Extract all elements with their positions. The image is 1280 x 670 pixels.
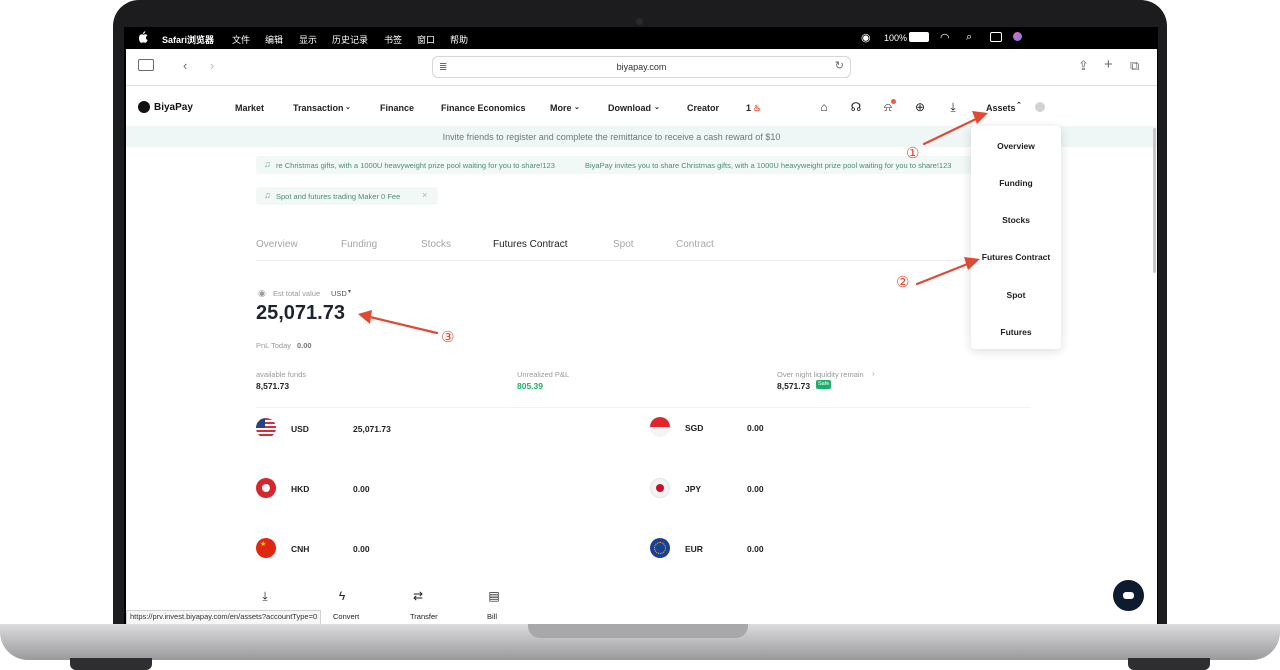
laptop-foot [1128, 658, 1210, 670]
arrowhead-icon [972, 111, 988, 124]
annotation-number: ② [896, 273, 910, 291]
laptop-foot [70, 658, 152, 670]
annotation-arrow [368, 315, 439, 335]
arrowhead-icon [358, 310, 372, 324]
annotation-number: ① [906, 144, 920, 162]
annotation-arrow [922, 116, 980, 146]
annotation-arrows [358, 111, 988, 335]
annotation-number: ③ [441, 328, 455, 346]
laptop-notch [528, 624, 748, 638]
arrowhead-icon [964, 257, 980, 270]
annotation-arrow [915, 261, 972, 286]
